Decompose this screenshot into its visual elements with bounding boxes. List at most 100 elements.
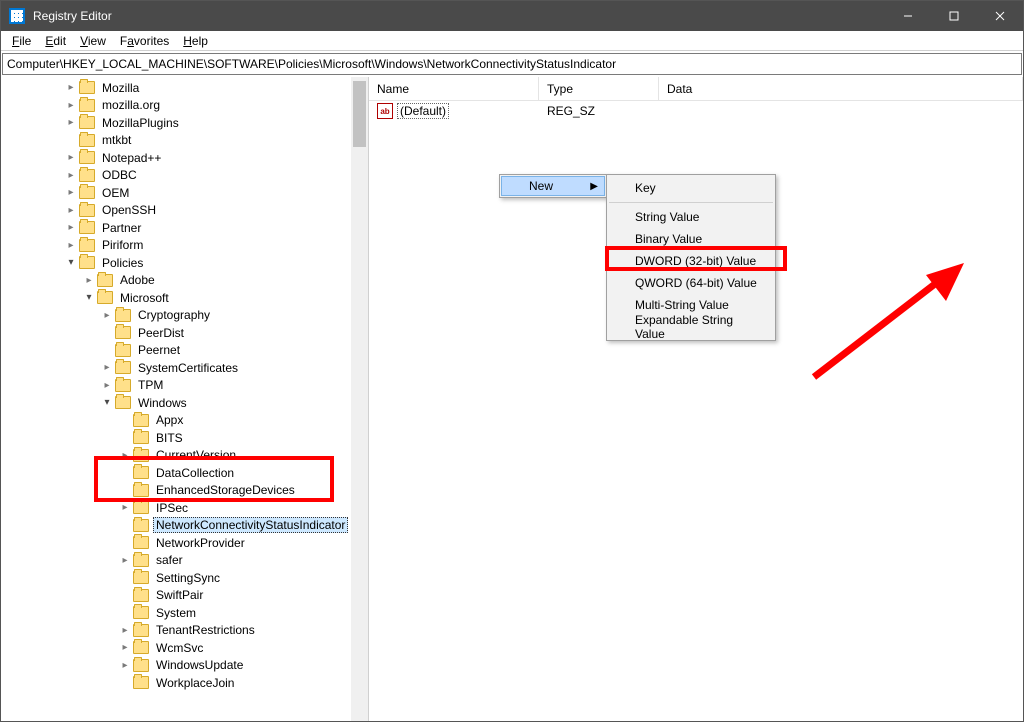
tree-item-appx[interactable]: Appx xyxy=(9,412,368,430)
tree-item-label: Windows xyxy=(135,395,190,411)
expand-icon[interactable] xyxy=(63,80,79,96)
registry-editor-window: Registry Editor File Edit View Favorites… xyxy=(0,0,1024,722)
value-row-default[interactable]: (Default) REG_SZ xyxy=(369,101,1023,121)
collapse-icon[interactable] xyxy=(99,395,115,411)
tree-item-networkconnectivitystatusindicator[interactable]: NetworkConnectivityStatusIndicator xyxy=(9,517,368,535)
expand-icon[interactable] xyxy=(117,447,133,463)
tree-item-peernet[interactable]: Peernet xyxy=(9,342,368,360)
tree-item-label: OpenSSH xyxy=(99,202,159,218)
tree-item-safer[interactable]: safer xyxy=(9,552,368,570)
tree-item-odbc[interactable]: ODBC xyxy=(9,167,368,185)
column-data[interactable]: Data xyxy=(659,77,1023,100)
expand-icon[interactable] xyxy=(63,97,79,113)
submenu-string-value[interactable]: String Value xyxy=(607,206,775,228)
tree-item-settingsync[interactable]: SettingSync xyxy=(9,569,368,587)
folder-icon xyxy=(133,659,149,672)
expand-icon[interactable] xyxy=(63,202,79,218)
tree-scrollbar[interactable] xyxy=(351,77,368,721)
tree-item-ipsec[interactable]: IPSec xyxy=(9,499,368,517)
tree-item-notepad-[interactable]: Notepad++ xyxy=(9,149,368,167)
tree-item-peerdist[interactable]: PeerDist xyxy=(9,324,368,342)
submenu-dword-value[interactable]: DWORD (32-bit) Value xyxy=(607,250,775,272)
folder-icon xyxy=(115,326,131,339)
tree-item-partner[interactable]: Partner xyxy=(9,219,368,237)
tree-item-systemcertificates[interactable]: SystemCertificates xyxy=(9,359,368,377)
maximize-button[interactable] xyxy=(931,1,977,31)
expand-icon[interactable] xyxy=(63,237,79,253)
expand-none-icon xyxy=(99,325,115,341)
submenu-expandablestring-value[interactable]: Expandable String Value xyxy=(607,316,775,338)
registry-tree[interactable]: Mozillamozilla.orgMozillaPluginsmtkbtNot… xyxy=(1,77,368,694)
tree-item-wcmsvc[interactable]: WcmSvc xyxy=(9,639,368,657)
menu-help[interactable]: Help xyxy=(176,32,215,50)
tree-item-label: Peernet xyxy=(135,342,183,358)
column-name[interactable]: Name xyxy=(369,77,539,100)
tree-item-system[interactable]: System xyxy=(9,604,368,622)
expand-icon[interactable] xyxy=(99,377,115,393)
tree-item-networkprovider[interactable]: NetworkProvider xyxy=(9,534,368,552)
tree-item-microsoft[interactable]: Microsoft xyxy=(9,289,368,307)
expand-icon[interactable] xyxy=(63,167,79,183)
tree-item-piriform[interactable]: Piriform xyxy=(9,237,368,255)
tree-item-openssh[interactable]: OpenSSH xyxy=(9,202,368,220)
menu-edit[interactable]: Edit xyxy=(38,32,73,50)
tree-item-enhancedstoragedevices[interactable]: EnhancedStorageDevices xyxy=(9,482,368,500)
tree-item-policies[interactable]: Policies xyxy=(9,254,368,272)
column-type[interactable]: Type xyxy=(539,77,659,100)
folder-icon xyxy=(79,116,95,129)
tree-item-swiftpair[interactable]: SwiftPair xyxy=(9,587,368,605)
menu-view[interactable]: View xyxy=(73,32,113,50)
address-bar[interactable]: Computer\HKEY_LOCAL_MACHINE\SOFTWARE\Pol… xyxy=(2,53,1022,75)
tree-item-oem[interactable]: OEM xyxy=(9,184,368,202)
expand-icon[interactable] xyxy=(99,360,115,376)
expand-icon[interactable] xyxy=(81,272,97,288)
main-pane: Mozillamozilla.orgMozillaPluginsmtkbtNot… xyxy=(1,77,1023,721)
submenu-binary-value[interactable]: Binary Value xyxy=(607,228,775,250)
menu-bar: File Edit View Favorites Help xyxy=(1,31,1023,51)
minimize-button[interactable] xyxy=(885,1,931,31)
tree-item-label: SettingSync xyxy=(153,570,223,586)
expand-icon[interactable] xyxy=(117,622,133,638)
folder-icon xyxy=(133,676,149,689)
expand-icon[interactable] xyxy=(117,500,133,516)
scrollbar-thumb[interactable] xyxy=(353,81,366,147)
folder-icon xyxy=(133,641,149,654)
tree-item-workplacejoin[interactable]: WorkplaceJoin xyxy=(9,674,368,692)
collapse-icon[interactable] xyxy=(81,290,97,306)
tree-item-windowsupdate[interactable]: WindowsUpdate xyxy=(9,657,368,675)
tree-item-datacollection[interactable]: DataCollection xyxy=(9,464,368,482)
context-menu-new[interactable]: New ▶ xyxy=(501,176,605,196)
value-type: REG_SZ xyxy=(539,104,659,118)
menu-file[interactable]: File xyxy=(5,32,38,50)
tree-item-tpm[interactable]: TPM xyxy=(9,377,368,395)
expand-icon[interactable] xyxy=(63,115,79,131)
expand-icon[interactable] xyxy=(117,657,133,673)
expand-icon[interactable] xyxy=(63,185,79,201)
tree-item-windows[interactable]: Windows xyxy=(9,394,368,412)
list-header: Name Type Data xyxy=(369,77,1023,101)
folder-icon xyxy=(79,151,95,164)
expand-icon[interactable] xyxy=(99,307,115,323)
tree-item-bits[interactable]: BITS xyxy=(9,429,368,447)
expand-icon[interactable] xyxy=(63,220,79,236)
submenu-qword-value[interactable]: QWORD (64-bit) Value xyxy=(607,272,775,294)
tree-item-cryptography[interactable]: Cryptography xyxy=(9,307,368,325)
tree-item-currentversion[interactable]: CurrentVersion xyxy=(9,447,368,465)
expand-icon[interactable] xyxy=(117,640,133,656)
tree-item-mozilla[interactable]: Mozilla xyxy=(9,79,368,97)
tree-item-tenantrestrictions[interactable]: TenantRestrictions xyxy=(9,622,368,640)
tree-item-label: WcmSvc xyxy=(153,640,206,656)
tree-item-mozillaplugins[interactable]: MozillaPlugins xyxy=(9,114,368,132)
tree-item-label: IPSec xyxy=(153,500,191,516)
tree-item-adobe[interactable]: Adobe xyxy=(9,272,368,290)
menu-favorites[interactable]: Favorites xyxy=(113,32,176,50)
expand-icon[interactable] xyxy=(117,552,133,568)
tree-item-mozilla-org[interactable]: mozilla.org xyxy=(9,97,368,115)
close-button[interactable] xyxy=(977,1,1023,31)
submenu-key[interactable]: Key xyxy=(607,177,775,199)
expand-icon[interactable] xyxy=(63,150,79,166)
tree-item-mtkbt[interactable]: mtkbt xyxy=(9,132,368,150)
tree-item-label: NetworkProvider xyxy=(153,535,248,551)
folder-icon xyxy=(133,624,149,637)
collapse-icon[interactable] xyxy=(63,255,79,271)
